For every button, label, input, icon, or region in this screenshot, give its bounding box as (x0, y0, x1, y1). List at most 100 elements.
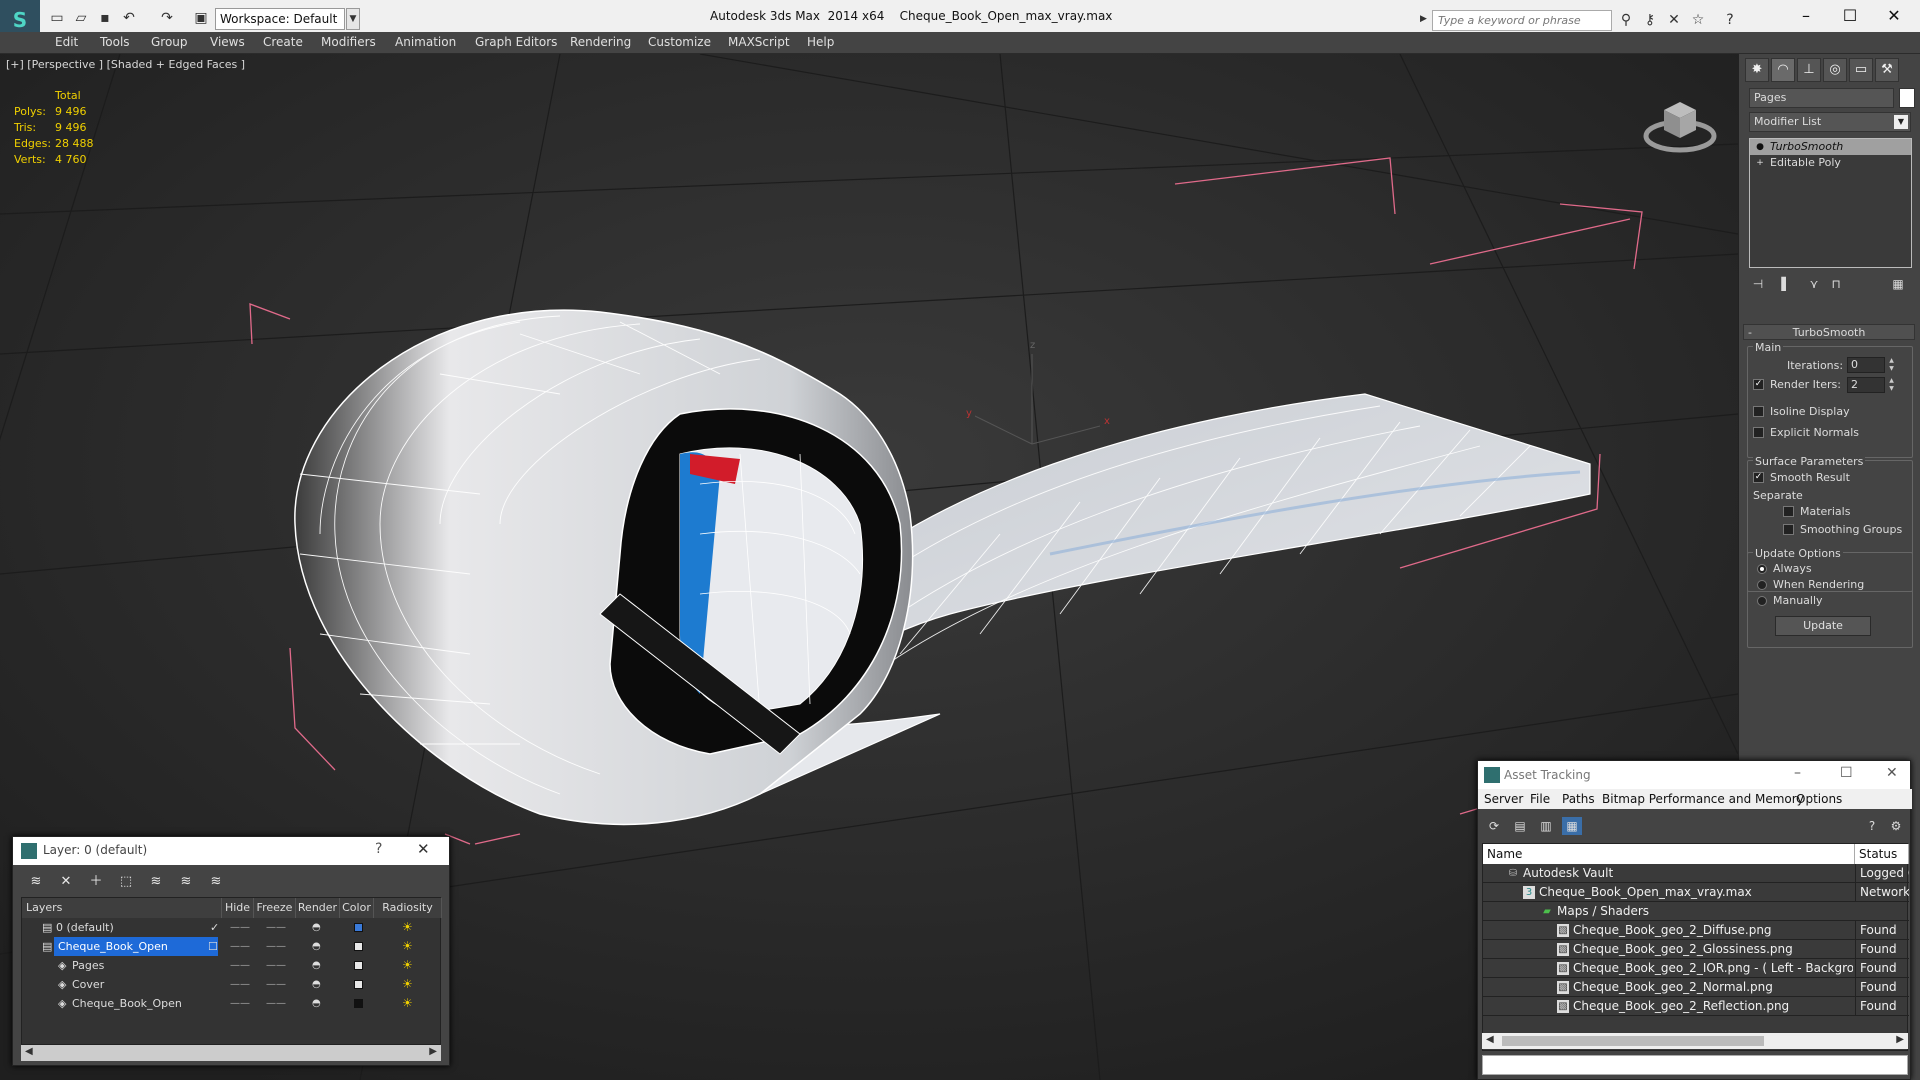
viewcube-icon[interactable] (1640, 84, 1720, 164)
update-button[interactable]: Update (1775, 616, 1871, 636)
layer-name[interactable]: Pages (72, 956, 104, 975)
remove-modifier-icon[interactable]: ⊓ (1825, 274, 1847, 294)
menu-rendering[interactable]: Rendering (570, 35, 631, 49)
search-expand-icon[interactable]: ▶ (1420, 14, 1427, 24)
active-layer-checkmark-icon[interactable]: ✓ (210, 918, 219, 937)
menu-animation[interactable]: Animation (395, 35, 456, 49)
help-icon[interactable]: ? (1720, 10, 1740, 30)
column-render[interactable]: Render (296, 898, 340, 918)
viewport-label[interactable]: [+] [Perspective ] [Shaded + Edged Faces… (6, 58, 245, 71)
save-icon[interactable]: ▪ (96, 9, 114, 27)
column-color[interactable]: Color (340, 898, 374, 918)
asset-table[interactable]: Name Status ⛁ Autodesk Vault Logged C 3 … (1482, 843, 1909, 1051)
close-icon[interactable]: ✕ (1886, 765, 1898, 781)
modifier-list-dropdown[interactable]: Modifier List (1749, 112, 1911, 132)
asset-path-field[interactable] (1482, 1055, 1908, 1075)
refresh-icon[interactable]: ⟳ (1484, 817, 1504, 835)
column-layers[interactable]: Layers (22, 898, 222, 918)
render-teapot-icon[interactable]: ◓ (312, 975, 321, 994)
layer-row[interactable]: ▤ 0 (default) ✓ —— —— ◓ ☀ (22, 918, 442, 937)
chevron-down-icon[interactable]: ▼ (1894, 115, 1908, 129)
minimize-icon[interactable]: – (1794, 765, 1801, 781)
menu-modifiers[interactable]: Modifiers (321, 35, 376, 49)
list-view-icon[interactable]: ▤ (1510, 817, 1530, 835)
radiosity-icon[interactable]: ☀ (402, 994, 413, 1013)
asset-row[interactable]: ▧ Cheque_Book_geo_2_Diffuse.png Found (1483, 921, 1909, 940)
stack-item-turbosmooth[interactable]: ● TurboSmooth (1750, 139, 1911, 155)
maximize-icon[interactable]: ☐ (1830, 4, 1870, 28)
layer-color-swatch[interactable] (354, 942, 363, 951)
layer-table[interactable]: Layers Hide Freeze Render Color Radiosit… (21, 897, 442, 1045)
asset-menu-paths[interactable]: Paths (1562, 792, 1595, 806)
turbosmooth-rollout-header[interactable]: - TurboSmooth (1743, 324, 1915, 340)
motion-tab-icon[interactable]: ◎ (1823, 58, 1847, 82)
scrollbar-thumb[interactable] (1502, 1036, 1764, 1046)
key-icon[interactable]: ⚷ (1640, 10, 1660, 30)
hide-toggle[interactable]: —— (230, 975, 250, 994)
create-layer-icon[interactable]: ≋ (25, 873, 47, 891)
menu-group[interactable]: Group (151, 35, 188, 49)
manually-radio[interactable] (1757, 596, 1767, 606)
layer-row[interactable]: ▤ Cheque_Book_Open ☐ —— —— ◓ ☀ (22, 937, 442, 956)
freeze-toggle[interactable]: —— (266, 994, 286, 1013)
object-color-swatch[interactable] (1899, 88, 1915, 108)
column-radiosity[interactable]: Radiosity (374, 898, 442, 918)
asset-menu-bitmap-performance[interactable]: Bitmap Performance and Memory (1602, 792, 1804, 806)
delete-layer-icon[interactable]: ✕ (55, 873, 77, 891)
close-icon[interactable]: ✕ (417, 840, 430, 858)
layer-color-swatch[interactable] (354, 923, 363, 932)
render-iters-spinner[interactable]: 2 (1847, 377, 1885, 393)
freeze-toggle[interactable]: —— (266, 975, 286, 994)
menu-help[interactable]: Help (807, 35, 834, 49)
menu-views[interactable]: Views (210, 35, 245, 49)
layer-horizontal-scrollbar[interactable]: ◀ ▶ (21, 1045, 441, 1061)
render-teapot-icon[interactable]: ◓ (312, 956, 321, 975)
hide-toggle[interactable]: —— (230, 956, 250, 975)
render-iters-checkbox[interactable]: ✓ (1753, 379, 1764, 390)
column-hide[interactable]: Hide (222, 898, 254, 918)
layer-name[interactable]: Cheque_Book_Open (54, 937, 218, 956)
help-icon[interactable]: ? (1862, 817, 1882, 835)
make-unique-icon[interactable]: ⋎ (1803, 274, 1825, 294)
asset-menu-file[interactable]: File (1530, 792, 1550, 806)
menu-maxscript[interactable]: MAXScript (728, 35, 790, 49)
smoothing-groups-checkbox[interactable] (1783, 524, 1794, 535)
add-to-layer-icon[interactable]: ＋ (85, 873, 107, 891)
iterations-spinner-arrows-icon[interactable]: ▲ ▼ (1887, 357, 1896, 373)
pin-stack-icon[interactable]: ⊣ (1747, 274, 1769, 294)
favorites-star-icon[interactable]: ☆ (1688, 10, 1708, 30)
modifier-stack[interactable]: ● TurboSmooth + Editable Poly (1749, 138, 1912, 268)
close-icon[interactable]: ✕ (1874, 4, 1914, 28)
minimize-icon[interactable]: – (1786, 4, 1826, 28)
radiosity-icon[interactable]: ☀ (402, 918, 413, 937)
search-input[interactable]: Type a keyword or phrase (1432, 10, 1612, 31)
radiosity-icon[interactable]: ☀ (402, 937, 413, 956)
radiosity-icon[interactable]: ☀ (402, 975, 413, 994)
binoculars-icon[interactable]: ⚲ (1616, 10, 1636, 30)
table-view-icon[interactable]: ▥ (1536, 817, 1556, 835)
explicit-normals-checkbox[interactable] (1753, 427, 1764, 438)
connection-icon[interactable]: ⚙ (1886, 817, 1906, 835)
layer-dialog-titlebar[interactable]: Layer: 0 (default) ? ✕ (13, 837, 449, 865)
show-end-result-icon[interactable]: ▌ (1775, 274, 1797, 294)
scroll-right-icon[interactable]: ▶ (429, 1046, 437, 1057)
layer-color-swatch[interactable] (354, 999, 363, 1008)
when-rendering-radio[interactable] (1757, 580, 1767, 590)
display-tab-icon[interactable]: ▭ (1849, 58, 1873, 82)
menu-create[interactable]: Create (263, 35, 303, 49)
layer-name[interactable]: Cover (72, 975, 104, 994)
create-tab-icon[interactable]: ✸ (1745, 58, 1769, 82)
layer-row[interactable]: ◈ Cover —— —— ◓ ☀ (22, 975, 442, 994)
asset-row[interactable]: ⛁ Autodesk Vault Logged C (1483, 864, 1909, 883)
undo-icon[interactable]: ↶ (120, 9, 138, 27)
new-file-icon[interactable]: ▭ (48, 9, 66, 27)
redo-icon[interactable]: ↷ (158, 9, 176, 27)
column-freeze[interactable]: Freeze (254, 898, 296, 918)
collapse-minus-icon[interactable]: - (1748, 325, 1752, 340)
highlight-layer-icon[interactable]: ≋ (145, 873, 167, 891)
lightbulb-icon[interactable]: ● (1755, 142, 1765, 152)
hide-toggle[interactable]: —— (230, 994, 250, 1013)
asset-row[interactable]: ▧ Cheque_Book_geo_2_Reflection.png Found (1483, 997, 1909, 1016)
menu-customize[interactable]: Customize (648, 35, 711, 49)
isoline-display-checkbox[interactable] (1753, 406, 1764, 417)
